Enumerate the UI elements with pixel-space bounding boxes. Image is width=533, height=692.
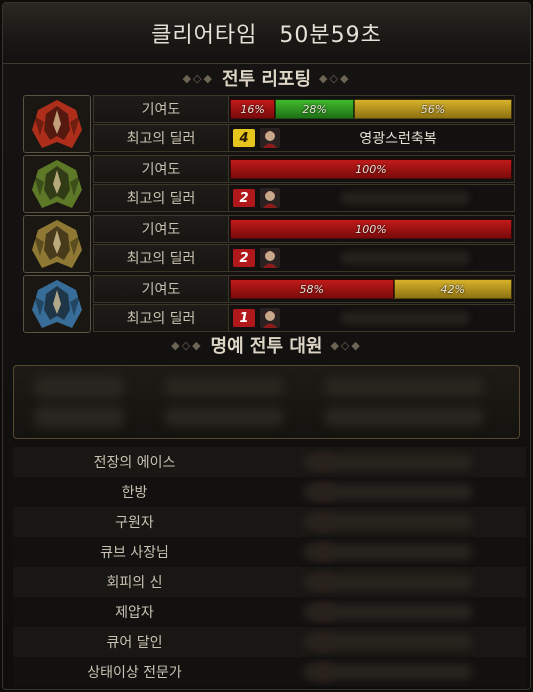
blurred-dealer-name <box>340 311 470 325</box>
contribution-segment: 100% <box>230 219 512 239</box>
best-dealer-label: 최고의 딜러 <box>94 305 229 331</box>
blurred-winner-name <box>303 514 473 530</box>
blue-helmet-boss-icon <box>23 275 91 333</box>
contribution-bar: 100% <box>230 159 512 179</box>
contribution-segment: 28% <box>275 99 355 119</box>
honor-category-label: 제압자 <box>115 605 154 621</box>
rank-badge: 4 <box>233 129 255 147</box>
boss-report-1: 기여도 16% 28% 56% 최고의 딜러 4 영광스런축복 <box>23 95 516 153</box>
best-dealer-row: 최고의 딜러 2 <box>93 184 515 212</box>
blurred-member <box>34 406 124 428</box>
contribution-segment: 42% <box>393 279 512 299</box>
battle-report-header: ◆◇◆ 전투 리포팅 ◆◇◆ <box>3 65 530 91</box>
dealer-portrait-icon <box>260 128 280 148</box>
blurred-member <box>34 376 124 398</box>
raid-result-panel: 클리어타임 50분59초 ◆◇◆ 전투 리포팅 ◆◇◆ 기여도 16% 28% 56%… <box>2 2 531 690</box>
contribution-segment: 56% <box>354 99 512 119</box>
contribution-label: 기여도 <box>94 276 229 302</box>
best-dealer-info: 2 <box>230 247 512 269</box>
blurred-winner-name <box>303 634 473 650</box>
best-dealer-row: 최고의 딜러 2 <box>93 244 515 272</box>
contribution-bar: 100% <box>230 219 512 239</box>
honor-category-label: 구원자 <box>115 515 154 531</box>
contribution-label: 기여도 <box>94 216 229 242</box>
best-dealer-label: 최고의 딜러 <box>94 125 229 151</box>
boss-report-3: 기여도 100% 최고의 딜러 2 <box>23 215 516 273</box>
honor-category-label: 상태이상 전문가 <box>87 665 182 681</box>
clear-time-label: 클리어타임 <box>151 23 258 48</box>
red-helmet-boss-icon <box>23 95 91 153</box>
contribution-row: 기여도 100% <box>93 215 515 243</box>
dealer-portrait-icon <box>260 248 280 268</box>
dealer-portrait-icon <box>260 308 280 328</box>
honor-category-label: 큐어 달인 <box>106 635 163 651</box>
best-dealer-row: 최고의 딜러 1 <box>93 304 515 332</box>
ornament-left-icon: ◆◇◆ <box>171 338 203 352</box>
honor-category-row: 구원자 <box>13 507 526 537</box>
honor-category-label: 큐브 사장님 <box>100 545 169 561</box>
contribution-row: 기여도 58% 42% <box>93 275 515 303</box>
ornament-right-icon: ◆◇◆ <box>330 338 362 352</box>
blurred-dealer-name <box>340 251 470 265</box>
honor-category-row: 큐브 사장님 <box>13 537 526 567</box>
rank-badge: 2 <box>233 189 255 207</box>
dealer-name: 영광스런축복 <box>359 131 437 147</box>
rank-badge: 1 <box>233 309 255 327</box>
contribution-row: 기여도 100% <box>93 155 515 183</box>
blurred-winner-name <box>303 664 473 680</box>
best-dealer-label: 최고의 딜러 <box>94 245 229 271</box>
best-dealer-info: 2 <box>230 187 512 209</box>
contribution-bar: 58% 42% <box>230 279 512 299</box>
ornament-right-icon: ◆◇◆ <box>319 71 351 85</box>
contribution-segment: 16% <box>230 99 276 119</box>
contribution-label: 기여도 <box>94 96 229 122</box>
best-dealer-label: 최고의 딜러 <box>94 185 229 211</box>
blurred-winner-name <box>303 484 473 500</box>
honor-category-row: 제압자 <box>13 597 526 627</box>
honor-category-label: 회피의 신 <box>106 575 163 591</box>
contribution-label: 기여도 <box>94 156 229 182</box>
green-helmet-boss-icon <box>23 155 91 213</box>
blurred-winner-name <box>303 544 473 560</box>
honor-category-row: 전장의 에이스 <box>13 447 526 477</box>
honor-header: ◆◇◆ 명예 전투 대원 ◆◇◆ <box>3 332 530 358</box>
dealer-portrait-icon <box>260 188 280 208</box>
blurred-winner-name <box>303 574 473 590</box>
contribution-segment: 58% <box>230 279 394 299</box>
honor-category-label: 한방 <box>121 485 148 501</box>
blurred-member <box>324 408 484 426</box>
blurred-winner-name <box>303 454 473 470</box>
honor-category-row: 상태이상 전문가 <box>13 657 526 687</box>
rank-badge: 2 <box>233 249 255 267</box>
blurred-dealer-name <box>340 191 470 205</box>
clear-time-title: 클리어타임 50분59초 <box>3 3 530 64</box>
clear-time-value: 50분59초 <box>279 23 382 48</box>
gold-helmet-boss-icon <box>23 215 91 273</box>
boss-report-2: 기여도 100% 최고의 딜러 2 <box>23 155 516 213</box>
contribution-segment: 100% <box>230 159 512 179</box>
best-dealer-info: 1 <box>230 307 512 329</box>
honor-category-row: 큐어 달인 <box>13 627 526 657</box>
blurred-member <box>164 408 284 426</box>
battle-report-title: 전투 리포팅 <box>221 69 312 90</box>
best-dealer-row: 최고의 딜러 4 영광스런축복 <box>93 124 515 152</box>
blurred-winner-name <box>303 604 473 620</box>
ornament-left-icon: ◆◇◆ <box>182 71 214 85</box>
blurred-member <box>324 378 484 396</box>
honor-title: 명예 전투 대원 <box>210 336 323 357</box>
contribution-row: 기여도 16% 28% 56% <box>93 95 515 123</box>
honor-category-list: 전장의 에이스한방구원자큐브 사장님회피의 신제압자큐어 달인상태이상 전문가 <box>13 447 526 687</box>
honor-category-row: 회피의 신 <box>13 567 526 597</box>
blurred-member <box>164 378 284 396</box>
boss-report-4: 기여도 58% 42% 최고의 딜러 1 <box>23 275 516 333</box>
honor-category-label: 전장의 에이스 <box>93 455 176 471</box>
honor-category-row: 한방 <box>13 477 526 507</box>
best-dealer-info: 4 영광스런축복 <box>230 127 512 149</box>
honor-members-box <box>13 365 520 439</box>
contribution-bar: 16% 28% 56% <box>230 99 512 119</box>
